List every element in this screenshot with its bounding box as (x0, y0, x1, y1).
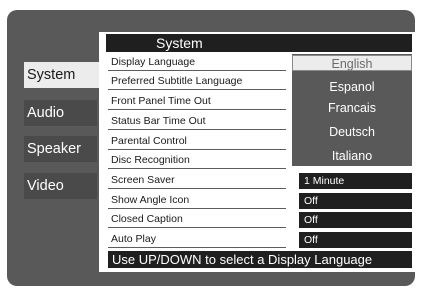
language-option-espanol[interactable]: Espanol (292, 79, 412, 95)
panel-title: System (106, 34, 412, 52)
sidebar-item-label: Speaker (27, 141, 82, 157)
setting-auto-play[interactable]: Auto Play (108, 232, 286, 248)
setting-preferred-subtitle-language[interactable]: Preferred Subtitle Language (108, 74, 286, 90)
setting-status-bar-time-out[interactable]: Status Bar Time Out (108, 114, 286, 130)
sidebar-item-label: Video (27, 178, 64, 194)
value-marker (291, 193, 297, 209)
setting-disc-recognition[interactable]: Disc Recognition (108, 153, 286, 169)
setting-front-panel-time-out[interactable]: Front Panel Time Out (108, 94, 286, 110)
sidebar-item-label: System (27, 67, 76, 83)
setting-screen-saver[interactable]: Screen Saver (108, 173, 286, 189)
setting-parental-control[interactable]: Parental Control (108, 134, 286, 150)
sidebar-item-label: Audio (27, 105, 65, 121)
show-angle-icon-value[interactable]: Off (299, 193, 412, 209)
language-option-english[interactable]: English (292, 55, 412, 71)
screen-saver-value[interactable]: 1 Minute (299, 173, 412, 189)
language-option-italiano[interactable]: Italiano (292, 148, 412, 164)
sidebar-item-video[interactable]: Video (24, 173, 97, 199)
status-bar: Use UP/DOWN to select a Display Language (108, 251, 412, 268)
closed-caption-value[interactable]: Off (299, 212, 412, 228)
setting-show-angle-icon[interactable]: Show Angle Icon (108, 193, 286, 209)
value-marker (291, 232, 297, 248)
language-option-deutsch[interactable]: Deutsch (292, 124, 412, 140)
sidebar-item-system[interactable]: System (24, 62, 108, 88)
setting-display-language[interactable]: Display Language (108, 55, 286, 71)
setting-closed-caption[interactable]: Closed Caption (108, 212, 286, 228)
sidebar-item-speaker[interactable]: Speaker (24, 136, 97, 162)
sidebar-item-audio[interactable]: Audio (24, 100, 97, 126)
language-option-francais[interactable]: Francais (292, 100, 412, 116)
auto-play-value[interactable]: Off (299, 232, 412, 248)
value-marker (291, 173, 297, 189)
value-marker (291, 212, 297, 228)
